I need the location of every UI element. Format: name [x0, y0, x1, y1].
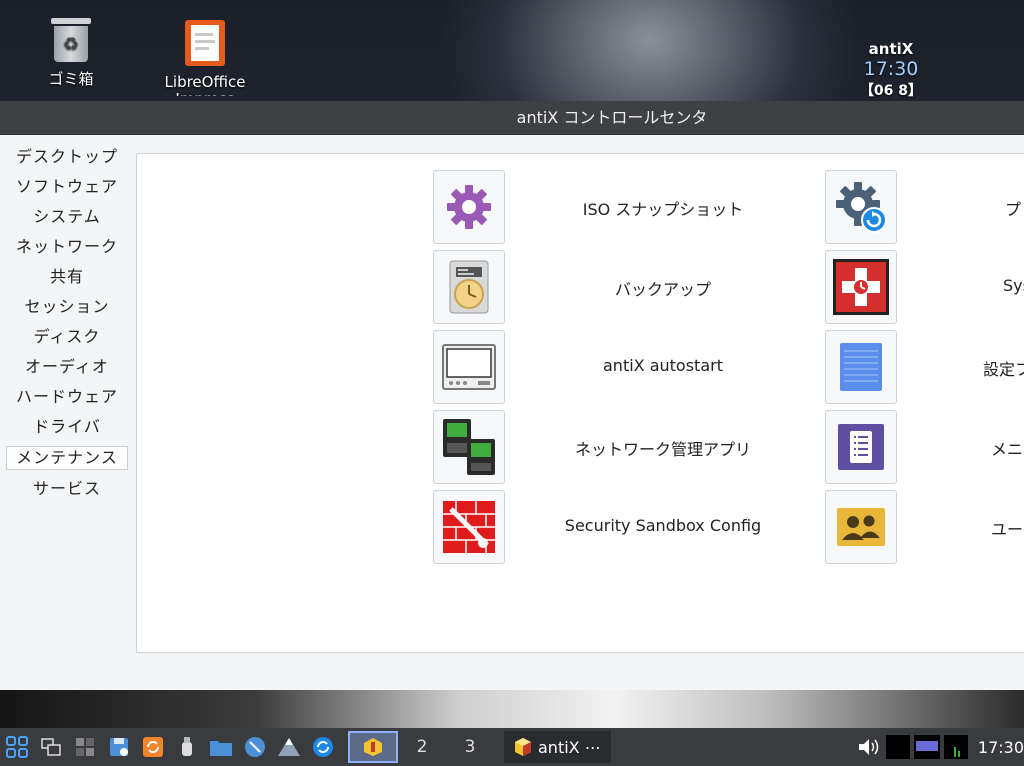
floppy-icon [110, 738, 128, 756]
backup-clock-icon [449, 260, 489, 314]
window-titlebar[interactable]: antiX コントロールセンタ [0, 101, 1024, 135]
folder-icon [210, 741, 232, 756]
system-repair-icon [833, 259, 889, 315]
sidebar-item-drivers[interactable]: ドライバ [0, 412, 134, 442]
window-switcher-button[interactable] [34, 728, 68, 766]
workspace-app-icon [364, 738, 382, 756]
gear-refresh-label[interactable]: プ [1005, 196, 1021, 220]
libreoffice-impress-label: LibreOffice Impress [164, 74, 246, 96]
sidebar-item-services[interactable]: サービス [0, 474, 134, 504]
trash-label: ゴミ箱 [48, 70, 94, 88]
sidebar-item-disks[interactable]: ディスク [0, 322, 134, 352]
autostart-window-icon [442, 344, 496, 390]
antix-app-icon [515, 738, 531, 756]
sidebar-item-audio[interactable]: オーディオ [0, 352, 134, 382]
menu-editor-label[interactable]: メニ [991, 436, 1023, 460]
gear-icon [447, 185, 491, 229]
users-icon [837, 508, 885, 546]
gear-refresh-button[interactable] [825, 170, 897, 244]
clock-widget-date: 【06 8】 [859, 83, 923, 99]
app-menu-button[interactable] [0, 728, 34, 766]
network-monitor-graph[interactable] [913, 735, 940, 759]
clock-widget-time: 17:30 [863, 58, 919, 80]
antix-autostart-button[interactable] [433, 330, 505, 404]
libreoffice-impress-icon [185, 20, 225, 66]
updater-launcher[interactable] [306, 728, 340, 766]
show-desktop-button[interactable] [68, 728, 102, 766]
backup-button[interactable] [433, 250, 505, 324]
mountain-icon [278, 738, 300, 756]
grid-menu-icon [6, 736, 28, 758]
security-sandbox-config-label[interactable]: Security Sandbox Config [523, 516, 803, 535]
sandbox-firewall-icon [443, 501, 495, 553]
usb-drive-icon [182, 737, 192, 756]
update-circle-icon [313, 737, 333, 757]
taskbar: 1 2 3 antiX ⋯ 17:30 [0, 728, 1024, 766]
usb-launcher[interactable] [170, 728, 204, 766]
taskbar-task-antix[interactable]: antiX ⋯ [504, 731, 611, 763]
control-centre-window: antiX コントロールセンタ デスクトップ ソフトウェア システム ネットワー… [0, 101, 1024, 690]
maintenance-panel: ISO スナップショット バックアップ antiX autostart ネットワ… [136, 153, 1024, 653]
network-manager-button[interactable] [433, 410, 505, 484]
desktop-clock-widget: antiX 17:30 【06 8】 [846, 40, 936, 100]
sidebar-item-shares[interactable]: 共有 [0, 262, 134, 292]
network-computers-icon [443, 419, 495, 475]
category-sidebar: デスクトップ ソフトウェア システム ネットワーク 共有 セッション ディスク … [0, 136, 134, 690]
sidebar-item-software[interactable]: ソフトウェア [0, 172, 134, 202]
trash-icon: ♻ [51, 18, 91, 62]
sidebar-item-hardware[interactable]: ハードウェア [0, 382, 134, 412]
cpu-monitor-graph[interactable] [885, 735, 910, 759]
taskbar-clock[interactable]: 17:30 [978, 738, 1024, 757]
window-title: antiX コントロールセンタ [516, 108, 708, 127]
file-manager-launcher[interactable] [204, 728, 238, 766]
system-tray: 17:30 [856, 732, 1024, 762]
desktop-1-button[interactable]: 1 [348, 731, 398, 763]
notebook-icon [840, 343, 882, 391]
menu-editor-button[interactable] [825, 410, 897, 484]
desktop-grid-icon [76, 738, 94, 756]
volume-icon [858, 739, 879, 755]
wallpaper-strip [0, 690, 1024, 728]
sync-launcher[interactable] [136, 728, 170, 766]
security-sandbox-config-button[interactable] [433, 490, 505, 564]
desktop-3-button[interactable]: 3 [446, 731, 494, 763]
sidebar-item-system[interactable]: システム [0, 202, 134, 232]
desktop-libreoffice-impress[interactable]: LibreOffice Impress [160, 20, 250, 96]
settings-file-button[interactable] [825, 330, 897, 404]
desktop-2-button[interactable]: 2 [398, 731, 446, 763]
memory-monitor-graph[interactable] [943, 735, 968, 759]
settings-file-label[interactable]: 設定フ [983, 356, 1024, 380]
desktop-trash[interactable]: ♻ ゴミ箱 [26, 18, 116, 89]
sidebar-item-session[interactable]: セッション [0, 292, 134, 322]
system-repair-button[interactable] [825, 250, 897, 324]
sidebar-item-desktop[interactable]: デスクトップ [0, 142, 134, 172]
antix-autostart-label[interactable]: antiX autostart [523, 356, 803, 375]
iso-snapshot-button[interactable] [433, 170, 505, 244]
system-repair-label[interactable]: Sys [1003, 276, 1024, 295]
mountain-launcher[interactable] [272, 728, 306, 766]
sidebar-item-network[interactable]: ネットワーク [0, 232, 134, 262]
user-manager-button[interactable] [825, 490, 897, 564]
compass-icon [245, 737, 265, 757]
sidebar-item-maintenance[interactable]: メンテナンス [6, 446, 128, 470]
user-manager-label[interactable]: ユー [991, 516, 1023, 540]
browser-launcher[interactable] [238, 728, 272, 766]
volume-button[interactable] [856, 732, 882, 762]
iso-snapshot-label[interactable]: ISO スナップショット [523, 196, 803, 220]
save-launcher[interactable] [102, 728, 136, 766]
windows-icon [41, 738, 61, 756]
taskbar-task-label: antiX ⋯ [538, 737, 601, 757]
clock-widget-name: antiX [868, 40, 914, 58]
refresh-orange-icon [143, 737, 163, 757]
gear-refresh-icon [836, 182, 887, 233]
backup-label[interactable]: バックアップ [523, 276, 803, 300]
network-manager-label[interactable]: ネットワーク管理アプリ [523, 436, 803, 460]
menu-list-icon [838, 424, 884, 470]
